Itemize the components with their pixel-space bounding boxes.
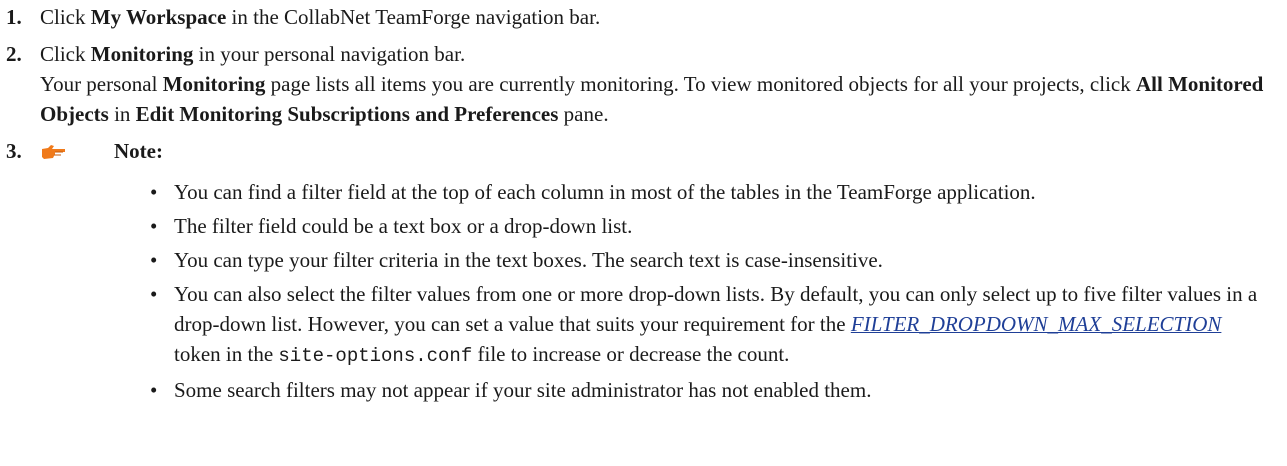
filter-token-link[interactable]: FILTER_DROPDOWN_MAX_SELECTION [851,312,1222,336]
list-item: You can type your filter criteria in the… [150,245,1287,275]
list-item: You can find a filter field at the top o… [150,177,1287,207]
config-filename: site-options.conf [278,345,473,367]
step-text: Click My Workspace in the CollabNet Team… [40,5,601,29]
step-3: 3. Note: You can find a filter field at … [0,136,1287,405]
list-item: You can also select the filter values fr… [150,279,1287,371]
step-text: Click Monitoring in your personal naviga… [40,42,466,66]
ui-term-my-workspace: My Workspace [90,5,227,29]
step-number: 1. [6,5,22,29]
step-1: 1. Click My Workspace in the CollabNet T… [0,2,1287,32]
step-number: 2. [6,42,22,66]
note-header: Note: [40,136,1287,170]
list-item: Some search filters may not appear if yo… [150,375,1287,405]
step-number: 3. [6,139,22,163]
note-label: Note: [114,139,163,163]
step-2: 2. Click Monitoring in your personal nav… [0,39,1287,129]
note-list: You can find a filter field at the top o… [40,177,1287,405]
ui-term-edit-monitoring-pane: Edit Monitoring Subscriptions and Prefer… [135,102,559,126]
pointing-hand-icon [42,145,65,159]
procedure: 1. Click My Workspace in the CollabNet T… [0,0,1287,405]
step-result: Your personal Monitoring page lists all … [40,72,1264,126]
list-item: The filter field could be a text box or … [150,211,1287,241]
ui-term-monitoring: Monitoring [90,42,194,66]
